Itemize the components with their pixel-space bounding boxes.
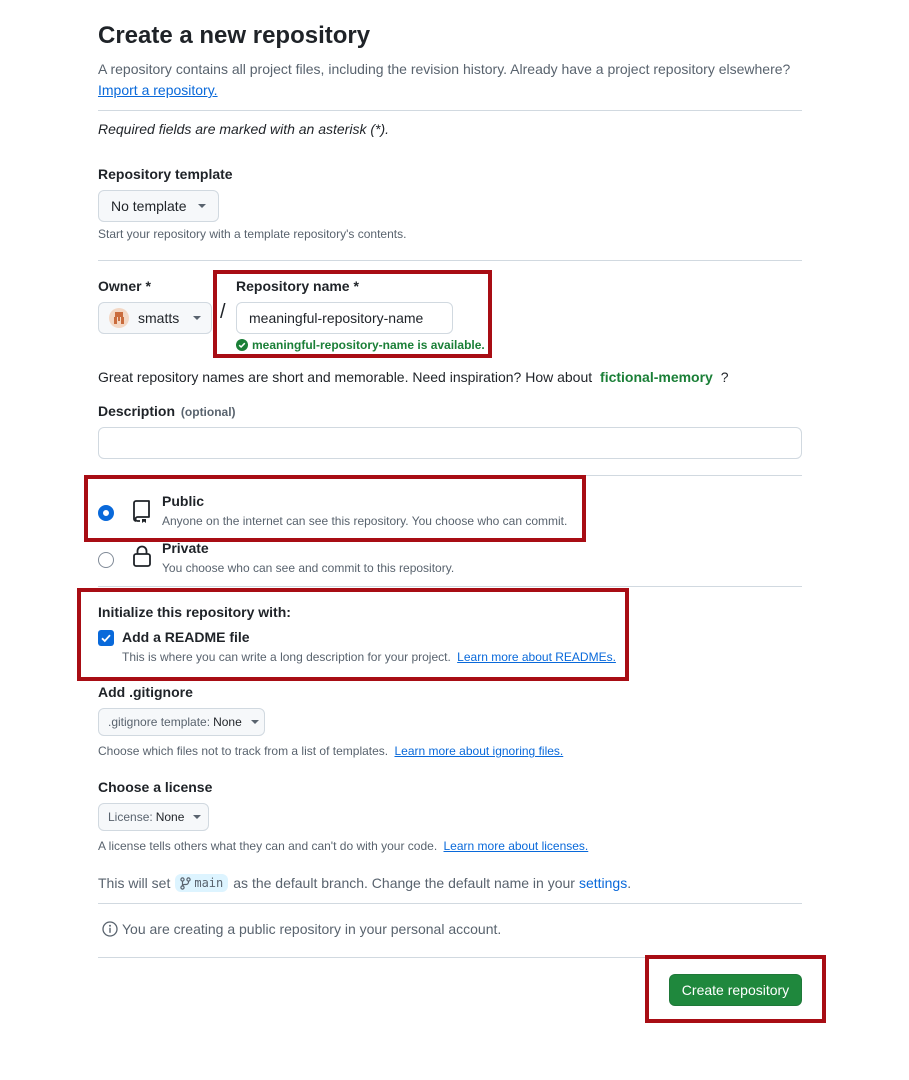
license-select-button[interactable]: License: None: [98, 803, 209, 831]
inspiration-text: Great repository names are short and mem…: [98, 369, 593, 385]
owner-select-button[interactable]: smatts: [98, 302, 212, 334]
divider: [98, 110, 802, 111]
public-radio[interactable]: [98, 505, 114, 521]
divider: [98, 260, 802, 261]
gitignore-label: Add .gitignore: [98, 684, 193, 700]
readme-checkbox[interactable]: [98, 630, 114, 646]
availability-text: meaningful-repository-name is available.: [252, 338, 485, 352]
template-hint: Start your repository with a template re…: [98, 227, 407, 241]
gitignore-hint: Choose which files not to track from a l…: [98, 744, 564, 758]
template-label: Repository template: [98, 166, 233, 182]
page-title: Create a new repository: [98, 22, 371, 49]
check-circle-icon: [236, 339, 248, 351]
private-radio[interactable]: [98, 552, 114, 568]
divider: [98, 475, 802, 476]
license-value: None: [155, 810, 185, 824]
owner-repo-separator: /: [220, 301, 226, 323]
git-branch-icon: [180, 876, 192, 890]
readme-label: Add a README file: [122, 629, 250, 645]
license-hint: A license tells others what they can and…: [98, 839, 589, 853]
template-select-button[interactable]: No template: [98, 190, 219, 222]
repository-name-input[interactable]: meaningful-repository-name: [236, 302, 453, 334]
learn-readmes-link[interactable]: Learn more about READMEs.: [457, 650, 616, 664]
divider: [98, 957, 802, 958]
private-description: You choose who can see and commit to thi…: [162, 561, 455, 575]
description-label: Description (optional): [98, 403, 236, 419]
learn-ignoring-files-link[interactable]: Learn more about ignoring files.: [394, 744, 563, 758]
annotation-highlight-public: [84, 475, 586, 542]
branch-name-badge: main: [175, 874, 229, 892]
public-label: Public: [162, 493, 205, 509]
description-input[interactable]: [98, 427, 802, 459]
lock-icon: [133, 545, 151, 567]
divider: [98, 903, 802, 904]
info-note: You are creating a public repository in …: [102, 921, 501, 937]
import-repository-link[interactable]: Import a repository.: [98, 82, 218, 98]
avatar: [109, 308, 129, 328]
create-repository-button[interactable]: Create repository: [669, 974, 802, 1006]
license-label: Choose a license: [98, 779, 213, 795]
readme-hint: This is where you can write a long descr…: [122, 650, 616, 664]
chevron-down-icon: [193, 815, 202, 819]
gitignore-select-button[interactable]: .gitignore template: None: [98, 708, 265, 736]
inspiration-end: ?: [720, 369, 729, 385]
repo-icon: [133, 500, 150, 523]
settings-link[interactable]: settings: [579, 875, 627, 891]
gitignore-value: None: [213, 715, 242, 729]
initialize-heading: Initialize this repository with:: [98, 604, 291, 620]
info-icon: [102, 921, 118, 937]
public-description: Anyone on the internet can see this repo…: [162, 514, 568, 528]
chevron-down-icon: [250, 720, 259, 724]
learn-licenses-link[interactable]: Learn more about licenses.: [444, 839, 589, 853]
chevron-down-icon: [193, 316, 202, 320]
suggested-name-link[interactable]: fictional-memory: [600, 369, 713, 385]
checkmark-icon: [101, 634, 111, 643]
divider: [98, 586, 802, 587]
required-fields-note: Required fields are marked with an aster…: [98, 121, 390, 137]
owner-value: smatts: [138, 310, 180, 326]
default-branch-note: This will set main as the default branch…: [98, 874, 632, 892]
page-subtitle: A repository contains all project files,…: [98, 61, 791, 77]
repository-name-label: Repository name *: [236, 278, 359, 294]
chevron-down-icon: [198, 204, 207, 208]
private-label: Private: [162, 540, 209, 556]
availability-status: meaningful-repository-name is available.: [236, 338, 485, 352]
inspiration-line: Great repository names are short and mem…: [98, 369, 729, 385]
template-value: No template: [111, 198, 187, 214]
owner-label: Owner *: [98, 278, 151, 294]
